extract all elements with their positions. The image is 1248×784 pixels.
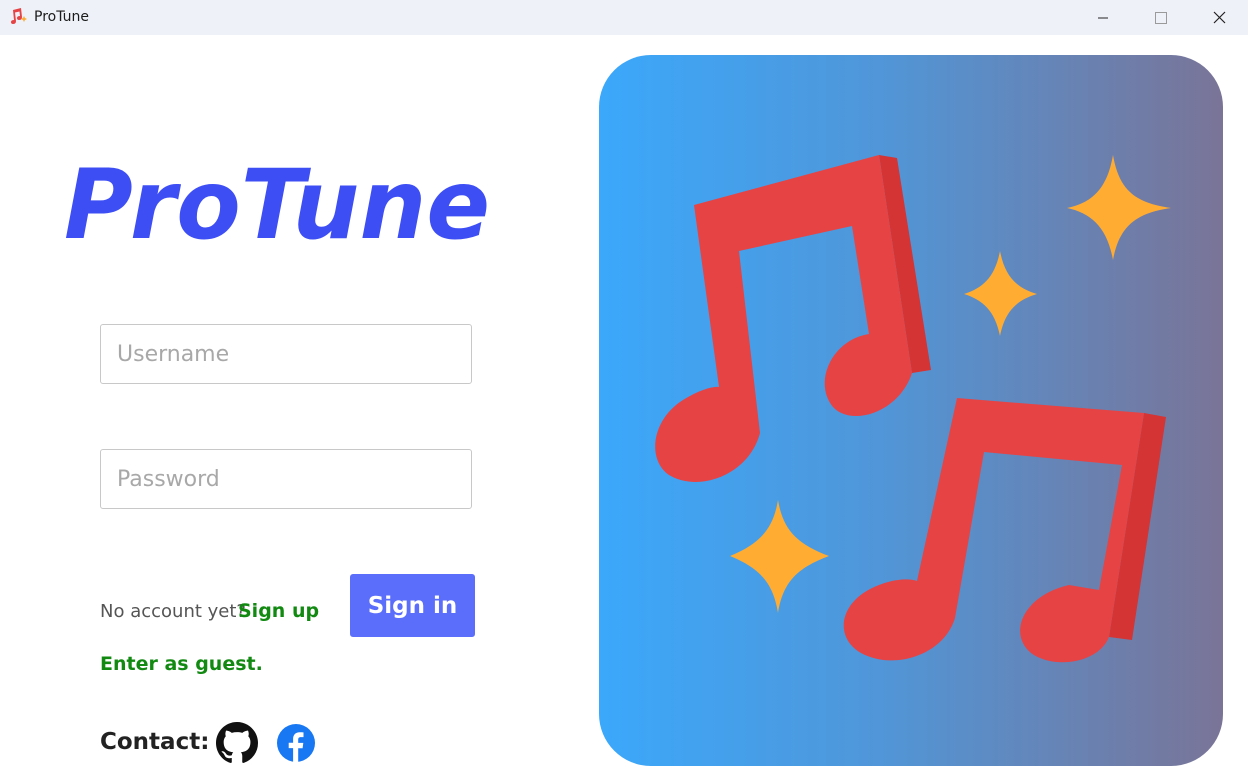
sparkle-icon-1 [1067, 155, 1171, 260]
sparkle-icon-2 [964, 251, 1037, 336]
contact-label: Contact: [100, 729, 210, 755]
close-icon [1213, 11, 1225, 24]
signin-button[interactable]: Sign in [350, 574, 475, 637]
music-note-icon-1 [655, 155, 931, 482]
music-illustration-panel [599, 55, 1223, 766]
app-icon [11, 8, 27, 24]
music-note-icon-2 [843, 398, 1166, 663]
guest-link[interactable]: Enter as guest. [100, 653, 263, 675]
signup-link[interactable]: Sign up [238, 600, 319, 622]
close-button[interactable] [1190, 0, 1248, 35]
github-icon[interactable] [216, 722, 258, 764]
minimize-button[interactable] [1074, 0, 1132, 35]
maximize-icon [1155, 11, 1167, 24]
window-title: ProTune [34, 9, 89, 25]
no-account-text: No account yet? [100, 601, 246, 622]
username-input[interactable] [100, 324, 472, 384]
protune-logo: ProTune [64, 149, 490, 260]
sparkle-icon-3 [730, 500, 829, 613]
password-input[interactable] [100, 449, 472, 509]
facebook-icon[interactable] [276, 723, 316, 763]
maximize-button[interactable] [1132, 0, 1190, 35]
minimize-icon [1098, 17, 1108, 18]
title-bar: ProTune [0, 0, 1248, 35]
logo-text: ProTune [64, 149, 490, 260]
music-notes-illustration [655, 155, 1171, 663]
